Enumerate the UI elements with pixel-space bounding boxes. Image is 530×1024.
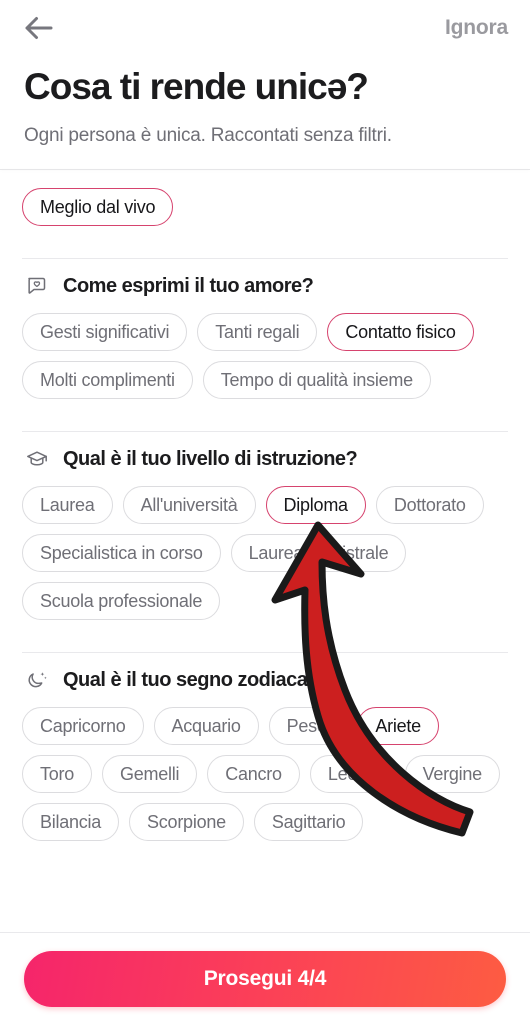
graduation-cap-icon <box>24 446 50 472</box>
form-content: Meglio dal vivo Come esprimi il tuo amor… <box>0 170 530 842</box>
option-chip[interactable]: Vergine <box>404 755 500 794</box>
section-title: Qual è il tuo livello di istruzione? <box>63 447 358 470</box>
option-chip[interactable]: Toro <box>22 755 93 794</box>
option-chip[interactable]: Ariete <box>357 707 439 746</box>
option-chip[interactable]: Scuola professionale <box>22 582 221 621</box>
question-section: Come esprimi il tuo amore? Gesti signific… <box>22 226 508 400</box>
chip-row: Gesti significativi Tanti regali Contatto … <box>22 313 508 400</box>
continue-button[interactable]: Prosegui 4/4 <box>24 950 506 1007</box>
skip-button[interactable]: Ignora <box>445 16 508 40</box>
section-title: Come esprimi il tuo amore? <box>63 274 314 297</box>
option-chip[interactable]: Tanti regali <box>197 313 318 352</box>
option-chip[interactable]: Tempo di qualità insieme <box>202 361 431 400</box>
option-chip[interactable]: Contatto fisico <box>327 313 474 352</box>
section-title: Qual è il tuo segno zodiacale? <box>63 668 335 691</box>
option-chip[interactable]: All'università <box>122 486 256 525</box>
option-chip[interactable]: Bilancia <box>22 803 120 842</box>
option-chip[interactable]: Specialistica in corso <box>22 534 221 573</box>
option-chip[interactable]: Pesci <box>268 707 348 746</box>
option-chip[interactable]: Molti complimenti <box>22 361 193 400</box>
option-chip[interactable]: Laurea <box>22 486 113 525</box>
page-header: Cosa ti rende unicə? Ogni persona è unic… <box>0 56 530 147</box>
chat-heart-icon <box>24 273 50 299</box>
option-chip[interactable]: Sagittario <box>253 803 364 842</box>
option-chip[interactable]: Leone <box>309 755 395 794</box>
footer-bar: Prosegui 4/4 <box>0 932 530 1024</box>
chip-row: Capricorno Acquario Pesci Ariete Toro Gemelli… <box>22 707 508 842</box>
option-chip[interactable]: Laurea magistrale <box>230 534 407 573</box>
arrow-left-icon <box>24 15 54 41</box>
chip-row: Laurea All'università Diploma Dottorato Spec… <box>22 486 508 621</box>
screen-root: Ignora Cosa ti rende unicə? Ogni persona… <box>0 0 530 1024</box>
option-chip[interactable]: Gemelli <box>102 755 198 794</box>
page-subtitle: Ogni persona è unica. Raccontati senza f… <box>24 125 392 147</box>
section-header: Qual è il tuo livello di istruzione? <box>22 432 508 486</box>
question-section: Qual è il tuo segno zodiacale? Capricorno… <box>22 620 508 842</box>
back-button[interactable] <box>18 7 60 49</box>
option-chip[interactable]: Gesti significativi <box>22 313 188 352</box>
section-header: Qual è il tuo segno zodiacale? <box>22 653 508 707</box>
question-section: Qual è il tuo livello di istruzione? Laur… <box>22 399 508 621</box>
top-bar: Ignora <box>0 0 530 56</box>
option-chip[interactable]: Acquario <box>153 707 259 746</box>
section-list: Come esprimi il tuo amore? Gesti signific… <box>22 226 508 842</box>
option-chip[interactable]: Diploma <box>265 486 366 525</box>
option-chip[interactable]: Cancro <box>207 755 300 794</box>
section-header: Come esprimi il tuo amore? <box>22 259 508 313</box>
top-chip-row: Meglio dal vivo <box>22 170 508 227</box>
preference-chip[interactable]: Meglio dal vivo <box>22 188 174 227</box>
option-chip[interactable]: Scorpione <box>129 803 244 842</box>
option-chip[interactable]: Capricorno <box>22 707 144 746</box>
option-chip[interactable]: Dottorato <box>375 486 484 525</box>
moon-stars-icon <box>24 667 50 693</box>
page-title: Cosa ti rende unicə? <box>24 66 369 107</box>
